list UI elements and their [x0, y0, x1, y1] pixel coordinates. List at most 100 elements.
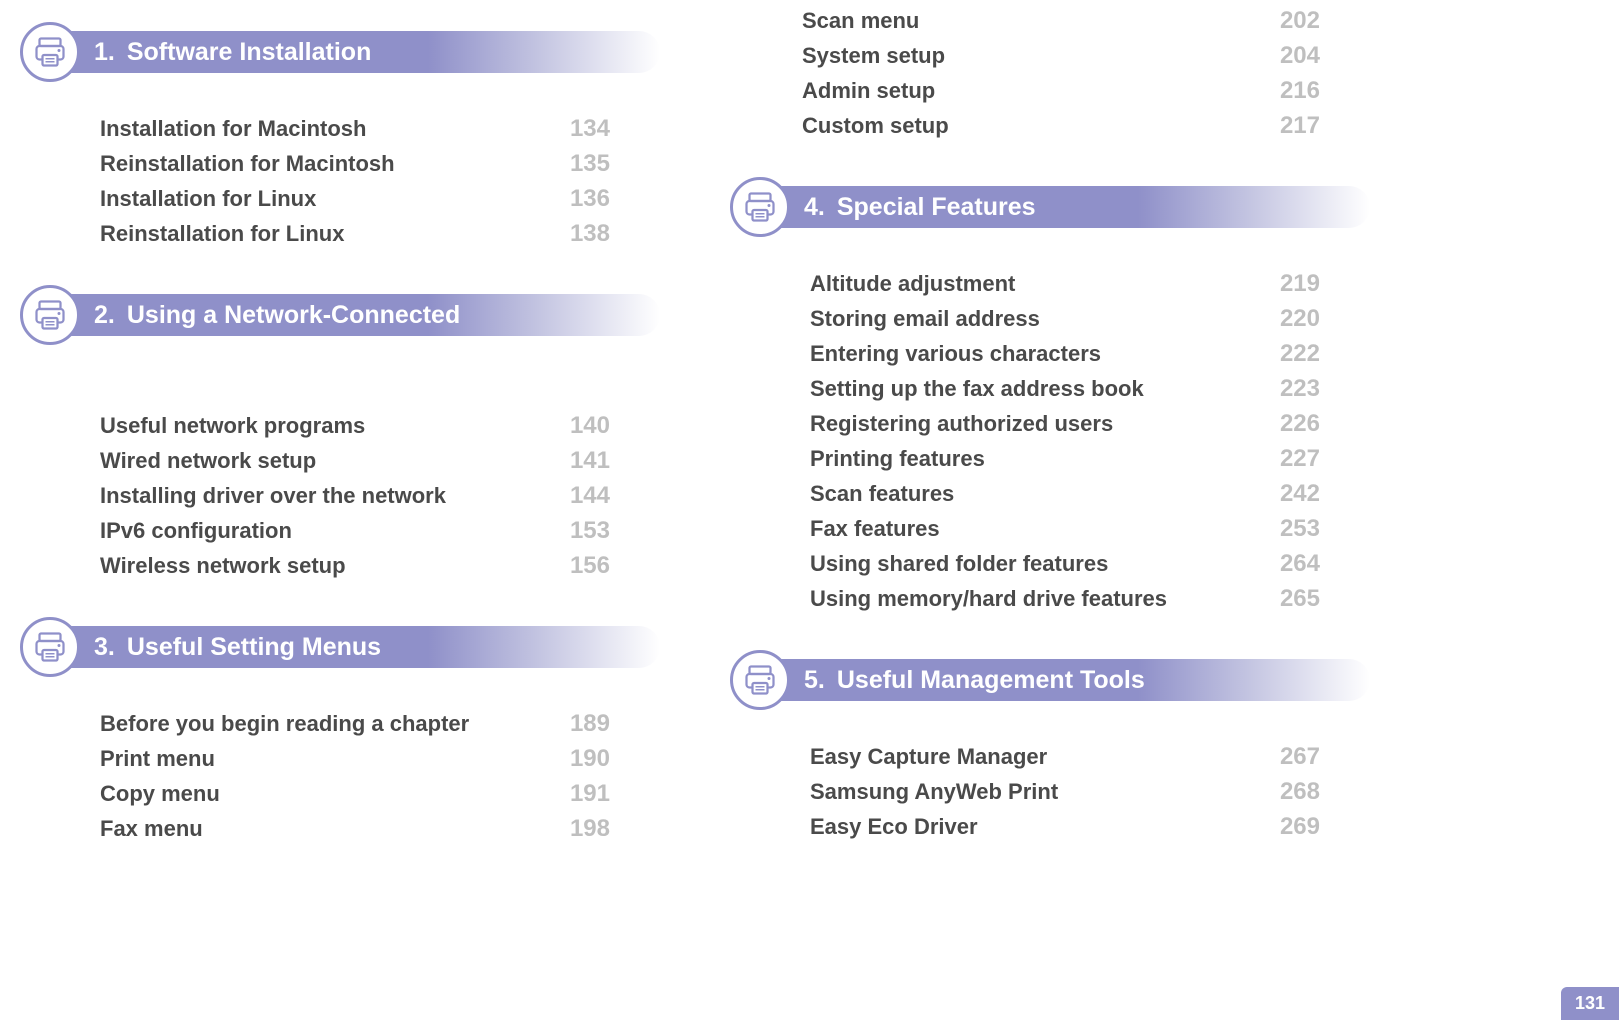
toc-entry[interactable]: Using shared folder features264	[810, 550, 1320, 578]
toc-page: 141	[570, 447, 610, 475]
toc-page: 140	[570, 412, 610, 440]
toc-label: Entering various characters	[810, 341, 1101, 367]
toc-label: Useful network programs	[100, 413, 365, 439]
toc-entry[interactable]: Wired network setup141	[100, 447, 610, 475]
toc-label: Reinstallation for Linux	[100, 221, 344, 247]
toc-entry[interactable]: IPv6 configuration 153	[100, 517, 610, 545]
toc-entry[interactable]: Useful network programs 140	[100, 412, 610, 440]
toc-page: 204	[1280, 42, 1320, 70]
toc-entry[interactable]: Copy menu 191	[100, 780, 610, 808]
toc-label: Fax menu	[100, 816, 203, 842]
page-number-badge: 131	[1561, 987, 1619, 1020]
section-bar: 5. Useful Management Tools	[760, 659, 1370, 701]
toc-entry[interactable]: Admin setup216	[802, 77, 1320, 105]
toc-page: 153	[570, 517, 610, 545]
toc-list-1: Installation for Macintosh134 Reinstalla…	[20, 100, 660, 263]
toc-label: Setting up the fax address book	[810, 376, 1144, 402]
toc-entry[interactable]: Fax features253	[810, 515, 1320, 543]
right-column: Scan menu202 System setup204 Admin setup…	[730, 0, 1370, 858]
toc-label: Scan menu	[802, 8, 919, 34]
toc-label: Easy Eco Driver	[810, 814, 978, 840]
toc-page: 136	[570, 185, 610, 213]
section-number: 4.	[804, 193, 825, 222]
section-number: 5.	[804, 666, 825, 695]
section-title: Using a Network-Connected	[127, 301, 460, 330]
toc-list-continued: Scan menu202 System setup204 Admin setup…	[730, 7, 1370, 155]
toc-entry[interactable]: Printing features227	[810, 445, 1320, 473]
toc-entry[interactable]: Installing driver over the network 144	[100, 482, 610, 510]
section-header-2: 2. Using a Network-Connected	[20, 285, 660, 345]
toc-entry[interactable]: Installation for Macintosh134	[100, 115, 610, 143]
section-bar: 4. Special Features	[760, 186, 1370, 228]
toc-label: Wireless network setup	[100, 553, 346, 579]
toc-entry[interactable]: Easy Eco Driver 269	[810, 813, 1320, 841]
toc-label: Admin setup	[802, 78, 935, 104]
toc-entry[interactable]: Entering various characters 222	[810, 340, 1320, 368]
toc-list-5: Easy Capture Manager 267 Samsung AnyWeb P…	[730, 728, 1370, 856]
toc-entry[interactable]: Storing email address 220	[810, 305, 1320, 333]
toc-label: Registering authorized users	[810, 411, 1113, 437]
section-header-1: 1. Software Installation	[20, 22, 660, 82]
section-number: 3.	[94, 633, 115, 662]
toc-entry[interactable]: Reinstallation for Macintosh135	[100, 150, 610, 178]
toc-list-2: Useful network programs 140 Wired network…	[20, 397, 660, 595]
printer-icon	[730, 650, 790, 710]
toc-entry[interactable]: Custom setup 217	[802, 112, 1320, 140]
toc-entry[interactable]: Altitude adjustment219	[810, 270, 1320, 298]
toc-page: 135	[570, 150, 610, 178]
toc-entry[interactable]: Using memory/hard drive features265	[810, 585, 1320, 613]
toc-entry[interactable]: Wireless network setup 156	[100, 552, 610, 580]
toc-page: 268	[1280, 778, 1320, 806]
toc-page: 217	[1280, 112, 1320, 140]
toc-entry[interactable]: Reinstallation for Linux 138	[100, 220, 610, 248]
toc-page: 220	[1280, 305, 1320, 333]
toc-page: 190	[570, 745, 610, 773]
toc-label: Copy menu	[100, 781, 220, 807]
toc-page: 198	[570, 815, 610, 843]
toc-page: 269	[1280, 813, 1320, 841]
toc-label: Installation for Linux	[100, 186, 316, 212]
toc-entry[interactable]: Scan features242	[810, 480, 1320, 508]
printer-icon	[20, 285, 80, 345]
toc-label: IPv6 configuration	[100, 518, 292, 544]
toc-page: 144	[570, 482, 610, 510]
toc-entry[interactable]: System setup204	[802, 42, 1320, 70]
toc-page: 265	[1280, 585, 1320, 613]
section-title: Useful Setting Menus	[127, 633, 381, 662]
section-header-5: 5. Useful Management Tools	[730, 650, 1370, 710]
toc-list-3: Before you begin reading a chapter189 Pr…	[20, 695, 660, 858]
section-bar: 2. Using a Network-Connected	[50, 294, 660, 336]
toc-entry[interactable]: Easy Capture Manager 267	[810, 743, 1320, 771]
toc-entry[interactable]: Installation for Linux 136	[100, 185, 610, 213]
toc-label: Storing email address	[810, 306, 1040, 332]
section-header-3: 3. Useful Setting Menus	[20, 617, 660, 677]
section-bar: 3. Useful Setting Menus	[50, 626, 660, 668]
toc-page: 156	[570, 552, 610, 580]
toc-page: 191	[570, 780, 610, 808]
toc-entry[interactable]: Before you begin reading a chapter189	[100, 710, 610, 738]
page-number: 131	[1575, 993, 1605, 1013]
toc-page: 223	[1280, 375, 1320, 403]
toc-page: 138	[570, 220, 610, 248]
left-column: 1. Software Installation Installation fo…	[20, 0, 660, 858]
toc-page: 226	[1280, 410, 1320, 438]
toc-page: 267	[1280, 743, 1320, 771]
toc-page: 134	[570, 115, 610, 143]
printer-icon	[730, 177, 790, 237]
toc-entry[interactable]: Setting up the fax address book 223	[810, 375, 1320, 403]
section-title: Special Features	[837, 193, 1036, 222]
toc-page: 227	[1280, 445, 1320, 473]
toc-label: Samsung AnyWeb Print	[810, 779, 1058, 805]
toc-entry[interactable]: Fax menu 198	[100, 815, 610, 843]
toc-entry[interactable]: Scan menu202	[802, 7, 1320, 35]
toc-page: 222	[1280, 340, 1320, 368]
toc-entry[interactable]: Registering authorized users 226	[810, 410, 1320, 438]
toc-label: Custom setup	[802, 113, 949, 139]
toc-entry[interactable]: Samsung AnyWeb Print 268	[810, 778, 1320, 806]
toc-page: 264	[1280, 550, 1320, 578]
toc-entry[interactable]: Print menu190	[100, 745, 610, 773]
printer-icon	[20, 22, 80, 82]
toc-label: Installing driver over the network	[100, 483, 446, 509]
section-title: Useful Management Tools	[837, 666, 1145, 695]
toc-label: Easy Capture Manager	[810, 744, 1047, 770]
